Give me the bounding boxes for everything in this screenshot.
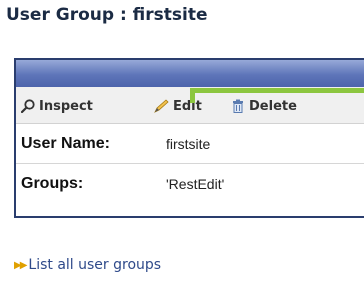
trash-icon	[233, 99, 243, 113]
username-label: User Name:	[21, 135, 110, 152]
inspect-button[interactable]: Inspect	[21, 98, 93, 114]
user-group-panel: Inspect Edit Delete User Name: firstsite…	[14, 58, 364, 218]
detail-row-groups: Groups: 'RestEdit'	[16, 164, 364, 204]
list-all-user-groups-link[interactable]: ▶▶ List all user groups	[14, 257, 161, 273]
detail-row-username: User Name: firstsite	[16, 124, 364, 164]
groups-label: Groups:	[21, 175, 84, 192]
callout-arrow-vertical	[190, 88, 195, 103]
groups-value: 'RestEdit'	[166, 176, 225, 192]
callout-arrow-horizontal	[190, 88, 364, 93]
double-arrow-icon: ▶▶	[14, 259, 27, 271]
panel-header-bar	[16, 60, 364, 87]
username-value: firstsite	[166, 136, 211, 152]
delete-label: Delete	[249, 98, 297, 114]
delete-button[interactable]: Delete	[231, 98, 297, 114]
magnifier-icon	[21, 99, 35, 113]
edit-label: Edit	[173, 98, 202, 114]
page-title: User Group : firstsite	[6, 5, 208, 25]
list-link-label: List all user groups	[28, 257, 162, 273]
inspect-label: Inspect	[39, 98, 93, 114]
pencil-icon	[154, 99, 169, 113]
